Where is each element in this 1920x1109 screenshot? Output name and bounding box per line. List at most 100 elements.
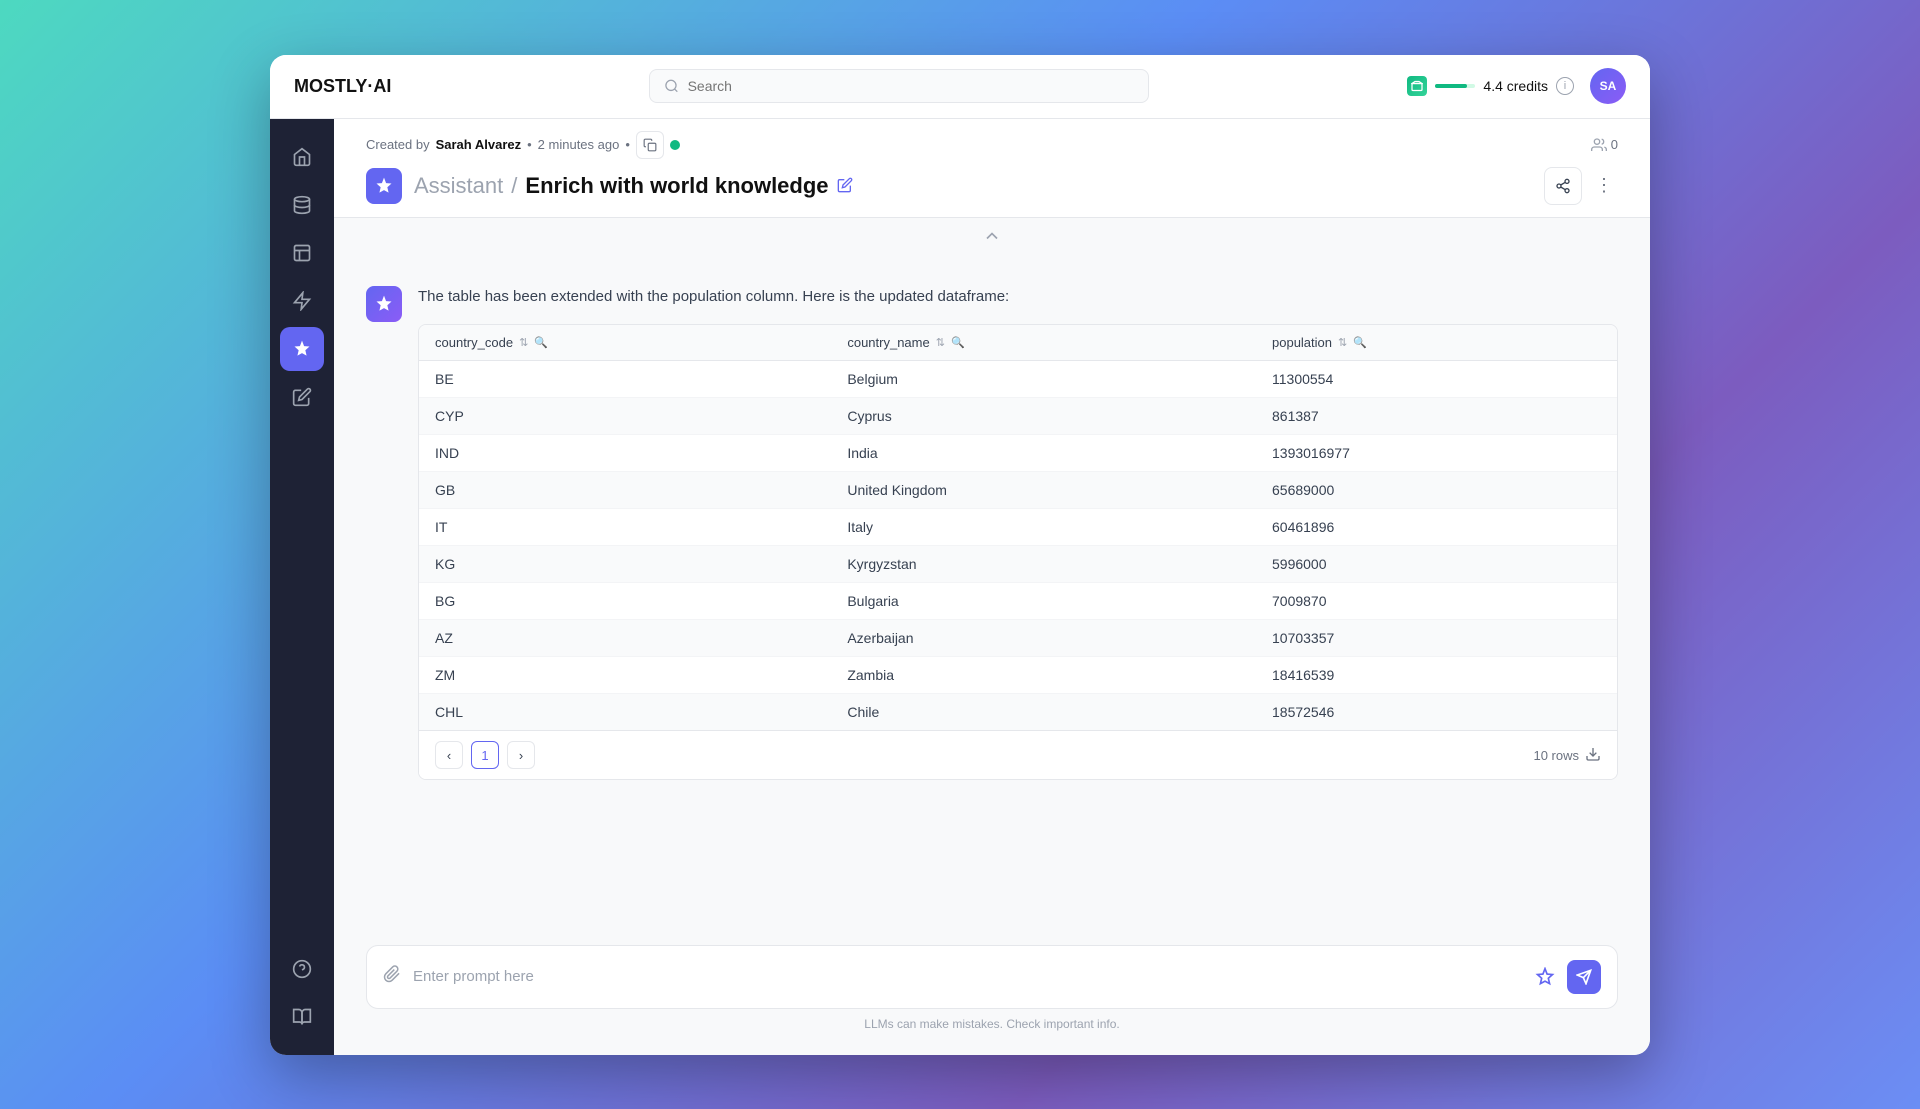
main-content: Created by Sarah Alvarez • 2 minutes ago… [334,119,1650,1055]
cell-country_code-9: CHL [419,694,831,731]
download-button[interactable] [1585,746,1601,765]
author-name: Sarah Alvarez [436,137,522,152]
page-1-button[interactable]: 1 [471,741,499,769]
sort-icon-country-name[interactable]: ⇅ [936,336,945,349]
avatar[interactable]: SA [1590,68,1626,104]
prev-page-button[interactable]: ‹ [435,741,463,769]
cell-country_name-9: Chile [831,694,1256,731]
credits-label: 4.4 credits [1483,78,1548,94]
cell-country_name-7: Azerbaijan [831,620,1256,657]
sidebar-item-data[interactable] [280,183,324,227]
created-by: Created by Sarah Alvarez • 2 minutes ago… [366,131,680,159]
user-count-value: 0 [1611,137,1618,152]
logo: MOSTLY·AI [294,76,391,97]
rows-count: 10 rows [1533,746,1601,765]
cell-country_code-7: AZ [419,620,831,657]
sidebar-item-tables[interactable] [280,231,324,275]
page-title-area: Assistant / Enrich with world knowledge [366,168,853,204]
cell-population-9: 18572546 [1256,694,1617,731]
table-footer: ‹ 1 › 10 rows [419,730,1617,779]
copy-button[interactable] [636,131,664,159]
cell-country_code-4: IT [419,509,831,546]
status-dot [670,140,680,150]
credits-icon [1407,76,1427,96]
data-table: country_code ⇅ 🔍 country_name [419,325,1617,730]
user-count: 0 [1591,137,1618,153]
sidebar-item-assistant[interactable] [280,327,324,371]
magic-button[interactable] [1535,967,1555,987]
cell-country_code-1: CYP [419,398,831,435]
table-header-row: country_code ⇅ 🔍 country_name [419,325,1617,361]
sort-icon-country-code[interactable]: ⇅ [519,336,528,349]
cell-country_code-2: IND [419,435,831,472]
more-options-button[interactable]: ⋮ [1590,172,1618,200]
search-icon-country-name[interactable]: 🔍 [951,336,965,349]
cell-country_name-6: Bulgaria [831,583,1256,620]
table-row: AZAzerbaijan10703357 [419,620,1617,657]
cell-country_code-3: GB [419,472,831,509]
cell-country_name-5: Kyrgyzstan [831,546,1256,583]
sidebar-item-docs[interactable] [280,995,324,1039]
pagination: ‹ 1 › [435,741,535,769]
cell-population-4: 60461896 [1256,509,1617,546]
search-icon-population[interactable]: 🔍 [1353,336,1367,349]
input-area: LLMs can make mistakes. Check important … [334,929,1650,1055]
sidebar-item-help[interactable] [280,947,324,991]
sort-icon-population[interactable]: ⇅ [1338,336,1347,349]
send-button[interactable] [1567,960,1601,994]
cell-population-7: 10703357 [1256,620,1617,657]
message-content: The table has been extended with the pop… [418,286,1618,781]
cell-country_code-5: KG [419,546,831,583]
sidebar-item-edit[interactable] [280,375,324,419]
breadcrumb-area: Created by Sarah Alvarez • 2 minutes ago… [366,131,1618,159]
table-body: BEBelgium11300554CYPCyprus861387INDIndia… [419,361,1617,731]
collapse-handle[interactable] [334,218,1650,254]
cell-population-2: 1393016977 [1256,435,1617,472]
col-country-name: country_name ⇅ 🔍 [831,325,1256,361]
cell-country_name-0: Belgium [831,361,1256,398]
credits-bar [1435,84,1475,88]
credits-bar-fill [1435,84,1467,88]
sidebar [270,119,334,1055]
cell-population-0: 11300554 [1256,361,1617,398]
share-button[interactable] [1544,167,1582,205]
cell-country_name-3: United Kingdom [831,472,1256,509]
info-icon[interactable]: i [1556,77,1574,95]
search-container [649,69,1149,103]
cell-country_name-2: India [831,435,1256,472]
assistant-icon [366,168,402,204]
sidebar-item-home[interactable] [280,135,324,179]
cell-population-6: 7009870 [1256,583,1617,620]
col-country-code: country_code ⇅ 🔍 [419,325,831,361]
sidebar-item-lightning[interactable] [280,279,324,323]
table-row: ITItaly60461896 [419,509,1617,546]
cell-country_code-0: BE [419,361,831,398]
page-title: Enrich with world knowledge [525,173,828,199]
cell-country_name-4: Italy [831,509,1256,546]
table-row: GBUnited Kingdom65689000 [419,472,1617,509]
table-row: INDIndia1393016977 [419,435,1617,472]
table-row: BGBulgaria7009870 [419,583,1617,620]
search-icon [664,78,679,94]
title-actions: ⋮ [1544,167,1618,205]
topbar: MOSTLY·AI 4.4 credits i SA [270,55,1650,119]
prompt-input[interactable] [413,968,1523,985]
time-separator: • [527,137,532,152]
dot-separator: • [625,137,630,152]
next-page-button[interactable]: › [507,741,535,769]
cell-country_name-1: Cyprus [831,398,1256,435]
chat-area: The table has been extended with the pop… [334,254,1650,929]
edit-title-icon[interactable] [837,173,853,199]
search-icon-country-code[interactable]: 🔍 [534,336,548,349]
table-row: CYPCyprus861387 [419,398,1617,435]
cell-country_name-8: Zambia [831,657,1256,694]
data-table-wrapper: country_code ⇅ 🔍 country_name [418,324,1618,780]
message-block: The table has been extended with the pop… [366,286,1618,781]
search-input[interactable] [688,78,1135,94]
attach-button[interactable] [383,965,401,988]
cell-population-3: 65689000 [1256,472,1617,509]
cell-population-8: 18416539 [1256,657,1617,694]
message-avatar [366,286,402,322]
topbar-right: 4.4 credits i SA [1407,68,1626,104]
credits-badge: 4.4 credits i [1407,76,1574,96]
